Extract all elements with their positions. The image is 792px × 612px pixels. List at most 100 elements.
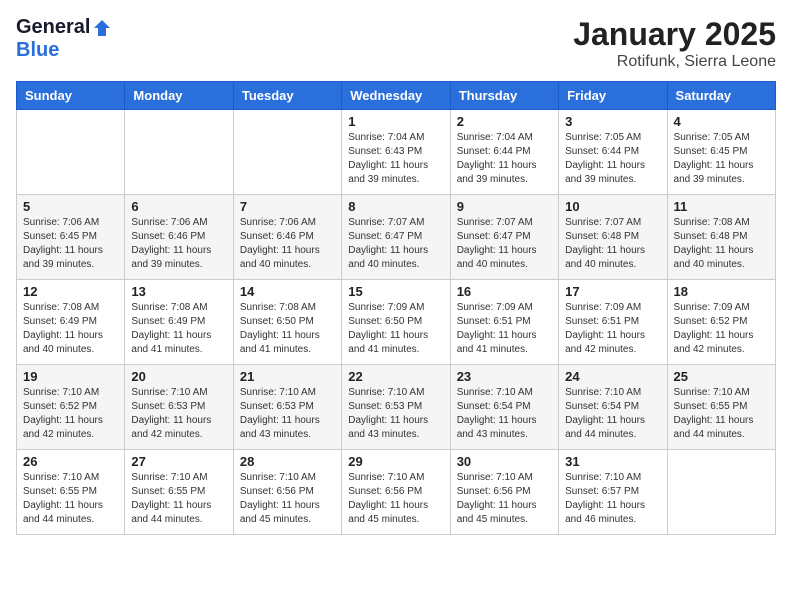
calendar-body: 1Sunrise: 7:04 AM Sunset: 6:43 PM Daylig… xyxy=(17,110,776,535)
day-info: Sunrise: 7:10 AM Sunset: 6:52 PM Dayligh… xyxy=(23,386,118,442)
day-info: Sunrise: 7:08 AM Sunset: 6:49 PM Dayligh… xyxy=(23,301,118,357)
calendar-day-cell: 30Sunrise: 7:10 AM Sunset: 6:56 PM Dayli… xyxy=(450,450,558,535)
day-number: 1 xyxy=(348,114,443,129)
day-info: Sunrise: 7:07 AM Sunset: 6:47 PM Dayligh… xyxy=(457,216,552,272)
calendar-day-cell: 6Sunrise: 7:06 AM Sunset: 6:46 PM Daylig… xyxy=(125,195,233,280)
day-info: Sunrise: 7:05 AM Sunset: 6:44 PM Dayligh… xyxy=(565,131,660,187)
day-info: Sunrise: 7:08 AM Sunset: 6:49 PM Dayligh… xyxy=(131,301,226,357)
day-info: Sunrise: 7:09 AM Sunset: 6:51 PM Dayligh… xyxy=(457,301,552,357)
day-info: Sunrise: 7:10 AM Sunset: 6:53 PM Dayligh… xyxy=(131,386,226,442)
day-number: 26 xyxy=(23,454,118,469)
logo: General Blue xyxy=(16,16,112,62)
location-title: Rotifunk, Sierra Leone xyxy=(573,53,776,71)
day-number: 4 xyxy=(674,114,769,129)
calendar-day-cell: 3 Sunrise: 7:05 AM Sunset: 6:44 PM Daylig… xyxy=(559,110,667,195)
title-area: January 2025 Rotifunk, Sierra Leone xyxy=(573,16,776,71)
calendar-day-cell: 10 Sunrise: 7:07 AM Sunset: 6:48 PM Dayli… xyxy=(559,195,667,280)
day-info: Sunrise: 7:07 AM Sunset: 6:48 PM Dayligh… xyxy=(565,216,660,272)
day-info: Sunrise: 7:09 AM Sunset: 6:51 PM Dayligh… xyxy=(565,301,660,357)
day-number: 19 xyxy=(23,369,118,384)
calendar-day-cell: 17 Sunrise: 7:09 AM Sunset: 6:51 PM Dayli… xyxy=(559,280,667,365)
calendar-day-cell: 28 Sunrise: 7:10 AM Sunset: 6:56 PM Dayli… xyxy=(233,450,341,535)
day-number: 28 xyxy=(240,454,335,469)
weekday-header-cell: Monday xyxy=(125,82,233,110)
weekday-header-cell: Tuesday xyxy=(233,82,341,110)
day-info: Sunrise: 7:04 AM Sunset: 6:44 PM Dayligh… xyxy=(457,131,552,187)
day-number: 29 xyxy=(348,454,443,469)
day-number: 12 xyxy=(23,284,118,299)
calendar-day-cell: 5Sunrise: 7:06 AM Sunset: 6:45 PM Daylig… xyxy=(17,195,125,280)
weekday-header-cell: Saturday xyxy=(667,82,775,110)
calendar-day-cell: 25 Sunrise: 7:10 AM Sunset: 6:55 PM Dayli… xyxy=(667,365,775,450)
calendar-day-cell xyxy=(125,110,233,195)
day-number: 10 xyxy=(565,199,660,214)
day-number: 31 xyxy=(565,454,660,469)
day-info: Sunrise: 7:10 AM Sunset: 6:55 PM Dayligh… xyxy=(23,471,118,527)
day-info: Sunrise: 7:10 AM Sunset: 6:53 PM Dayligh… xyxy=(240,386,335,442)
day-info: Sunrise: 7:10 AM Sunset: 6:53 PM Dayligh… xyxy=(348,386,443,442)
weekday-header-cell: Friday xyxy=(559,82,667,110)
logo-blue: Blue xyxy=(16,39,59,62)
day-number: 3 xyxy=(565,114,660,129)
day-info: Sunrise: 7:09 AM Sunset: 6:50 PM Dayligh… xyxy=(348,301,443,357)
day-number: 23 xyxy=(457,369,552,384)
calendar-day-cell: 21Sunrise: 7:10 AM Sunset: 6:53 PM Dayli… xyxy=(233,365,341,450)
day-info: Sunrise: 7:06 AM Sunset: 6:46 PM Dayligh… xyxy=(131,216,226,272)
calendar-table: SundayMondayTuesdayWednesdayThursdayFrid… xyxy=(16,81,776,535)
logo-general: General xyxy=(16,16,90,39)
day-info: Sunrise: 7:10 AM Sunset: 6:57 PM Dayligh… xyxy=(565,471,660,527)
day-info: Sunrise: 7:10 AM Sunset: 6:55 PM Dayligh… xyxy=(674,386,769,442)
calendar-day-cell: 31 Sunrise: 7:10 AM Sunset: 6:57 PM Dayli… xyxy=(559,450,667,535)
day-number: 14 xyxy=(240,284,335,299)
day-number: 15 xyxy=(348,284,443,299)
day-number: 24 xyxy=(565,369,660,384)
day-number: 22 xyxy=(348,369,443,384)
weekday-header-cell: Thursday xyxy=(450,82,558,110)
calendar-day-cell: 9 Sunrise: 7:07 AM Sunset: 6:47 PM Daylig… xyxy=(450,195,558,280)
day-number: 9 xyxy=(457,199,552,214)
day-number: 27 xyxy=(131,454,226,469)
day-info: Sunrise: 7:05 AM Sunset: 6:45 PM Dayligh… xyxy=(674,131,769,187)
calendar-day-cell: 13Sunrise: 7:08 AM Sunset: 6:49 PM Dayli… xyxy=(125,280,233,365)
day-number: 11 xyxy=(674,199,769,214)
day-info: Sunrise: 7:06 AM Sunset: 6:46 PM Dayligh… xyxy=(240,216,335,272)
calendar-day-cell: 4 Sunrise: 7:05 AM Sunset: 6:45 PM Daylig… xyxy=(667,110,775,195)
calendar-day-cell: 15 Sunrise: 7:09 AM Sunset: 6:50 PM Dayli… xyxy=(342,280,450,365)
day-number: 20 xyxy=(131,369,226,384)
day-info: Sunrise: 7:09 AM Sunset: 6:52 PM Dayligh… xyxy=(674,301,769,357)
calendar-day-cell: 16 Sunrise: 7:09 AM Sunset: 6:51 PM Dayli… xyxy=(450,280,558,365)
weekday-header-cell: Wednesday xyxy=(342,82,450,110)
day-number: 16 xyxy=(457,284,552,299)
calendar-week-row: 26 Sunrise: 7:10 AM Sunset: 6:55 PM Dayli… xyxy=(17,450,776,535)
day-info: Sunrise: 7:10 AM Sunset: 6:54 PM Dayligh… xyxy=(565,386,660,442)
calendar-day-cell: 11Sunrise: 7:08 AM Sunset: 6:48 PM Dayli… xyxy=(667,195,775,280)
calendar-day-cell: 14Sunrise: 7:08 AM Sunset: 6:50 PM Dayli… xyxy=(233,280,341,365)
calendar-day-cell xyxy=(667,450,775,535)
day-info: Sunrise: 7:10 AM Sunset: 6:55 PM Dayligh… xyxy=(131,471,226,527)
day-number: 30 xyxy=(457,454,552,469)
calendar-day-cell: 20 Sunrise: 7:10 AM Sunset: 6:53 PM Dayli… xyxy=(125,365,233,450)
calendar-day-cell: 12 Sunrise: 7:08 AM Sunset: 6:49 PM Dayli… xyxy=(17,280,125,365)
day-number: 7 xyxy=(240,199,335,214)
weekday-header-cell: Sunday xyxy=(17,82,125,110)
page-header: General Blue January 2025 Rotifunk, Sier… xyxy=(16,16,776,71)
calendar-day-cell: 2Sunrise: 7:04 AM Sunset: 6:44 PM Daylig… xyxy=(450,110,558,195)
day-info: Sunrise: 7:07 AM Sunset: 6:47 PM Dayligh… xyxy=(348,216,443,272)
calendar-day-cell: 29 Sunrise: 7:10 AM Sunset: 6:56 PM Dayli… xyxy=(342,450,450,535)
day-info: Sunrise: 7:10 AM Sunset: 6:56 PM Dayligh… xyxy=(240,471,335,527)
calendar-day-cell: 22 Sunrise: 7:10 AM Sunset: 6:53 PM Dayli… xyxy=(342,365,450,450)
calendar-day-cell: 18Sunrise: 7:09 AM Sunset: 6:52 PM Dayli… xyxy=(667,280,775,365)
calendar-day-cell: 23 Sunrise: 7:10 AM Sunset: 6:54 PM Dayli… xyxy=(450,365,558,450)
day-number: 25 xyxy=(674,369,769,384)
calendar-day-cell xyxy=(17,110,125,195)
day-number: 17 xyxy=(565,284,660,299)
day-info: Sunrise: 7:06 AM Sunset: 6:45 PM Dayligh… xyxy=(23,216,118,272)
calendar-day-cell: 19 Sunrise: 7:10 AM Sunset: 6:52 PM Dayli… xyxy=(17,365,125,450)
logo-icon xyxy=(92,18,112,38)
month-title: January 2025 xyxy=(573,16,776,53)
day-number: 8 xyxy=(348,199,443,214)
day-info: Sunrise: 7:10 AM Sunset: 6:56 PM Dayligh… xyxy=(348,471,443,527)
weekday-header-row: SundayMondayTuesdayWednesdayThursdayFrid… xyxy=(17,82,776,110)
calendar-day-cell: 27 Sunrise: 7:10 AM Sunset: 6:55 PM Dayli… xyxy=(125,450,233,535)
day-info: Sunrise: 7:10 AM Sunset: 6:54 PM Dayligh… xyxy=(457,386,552,442)
